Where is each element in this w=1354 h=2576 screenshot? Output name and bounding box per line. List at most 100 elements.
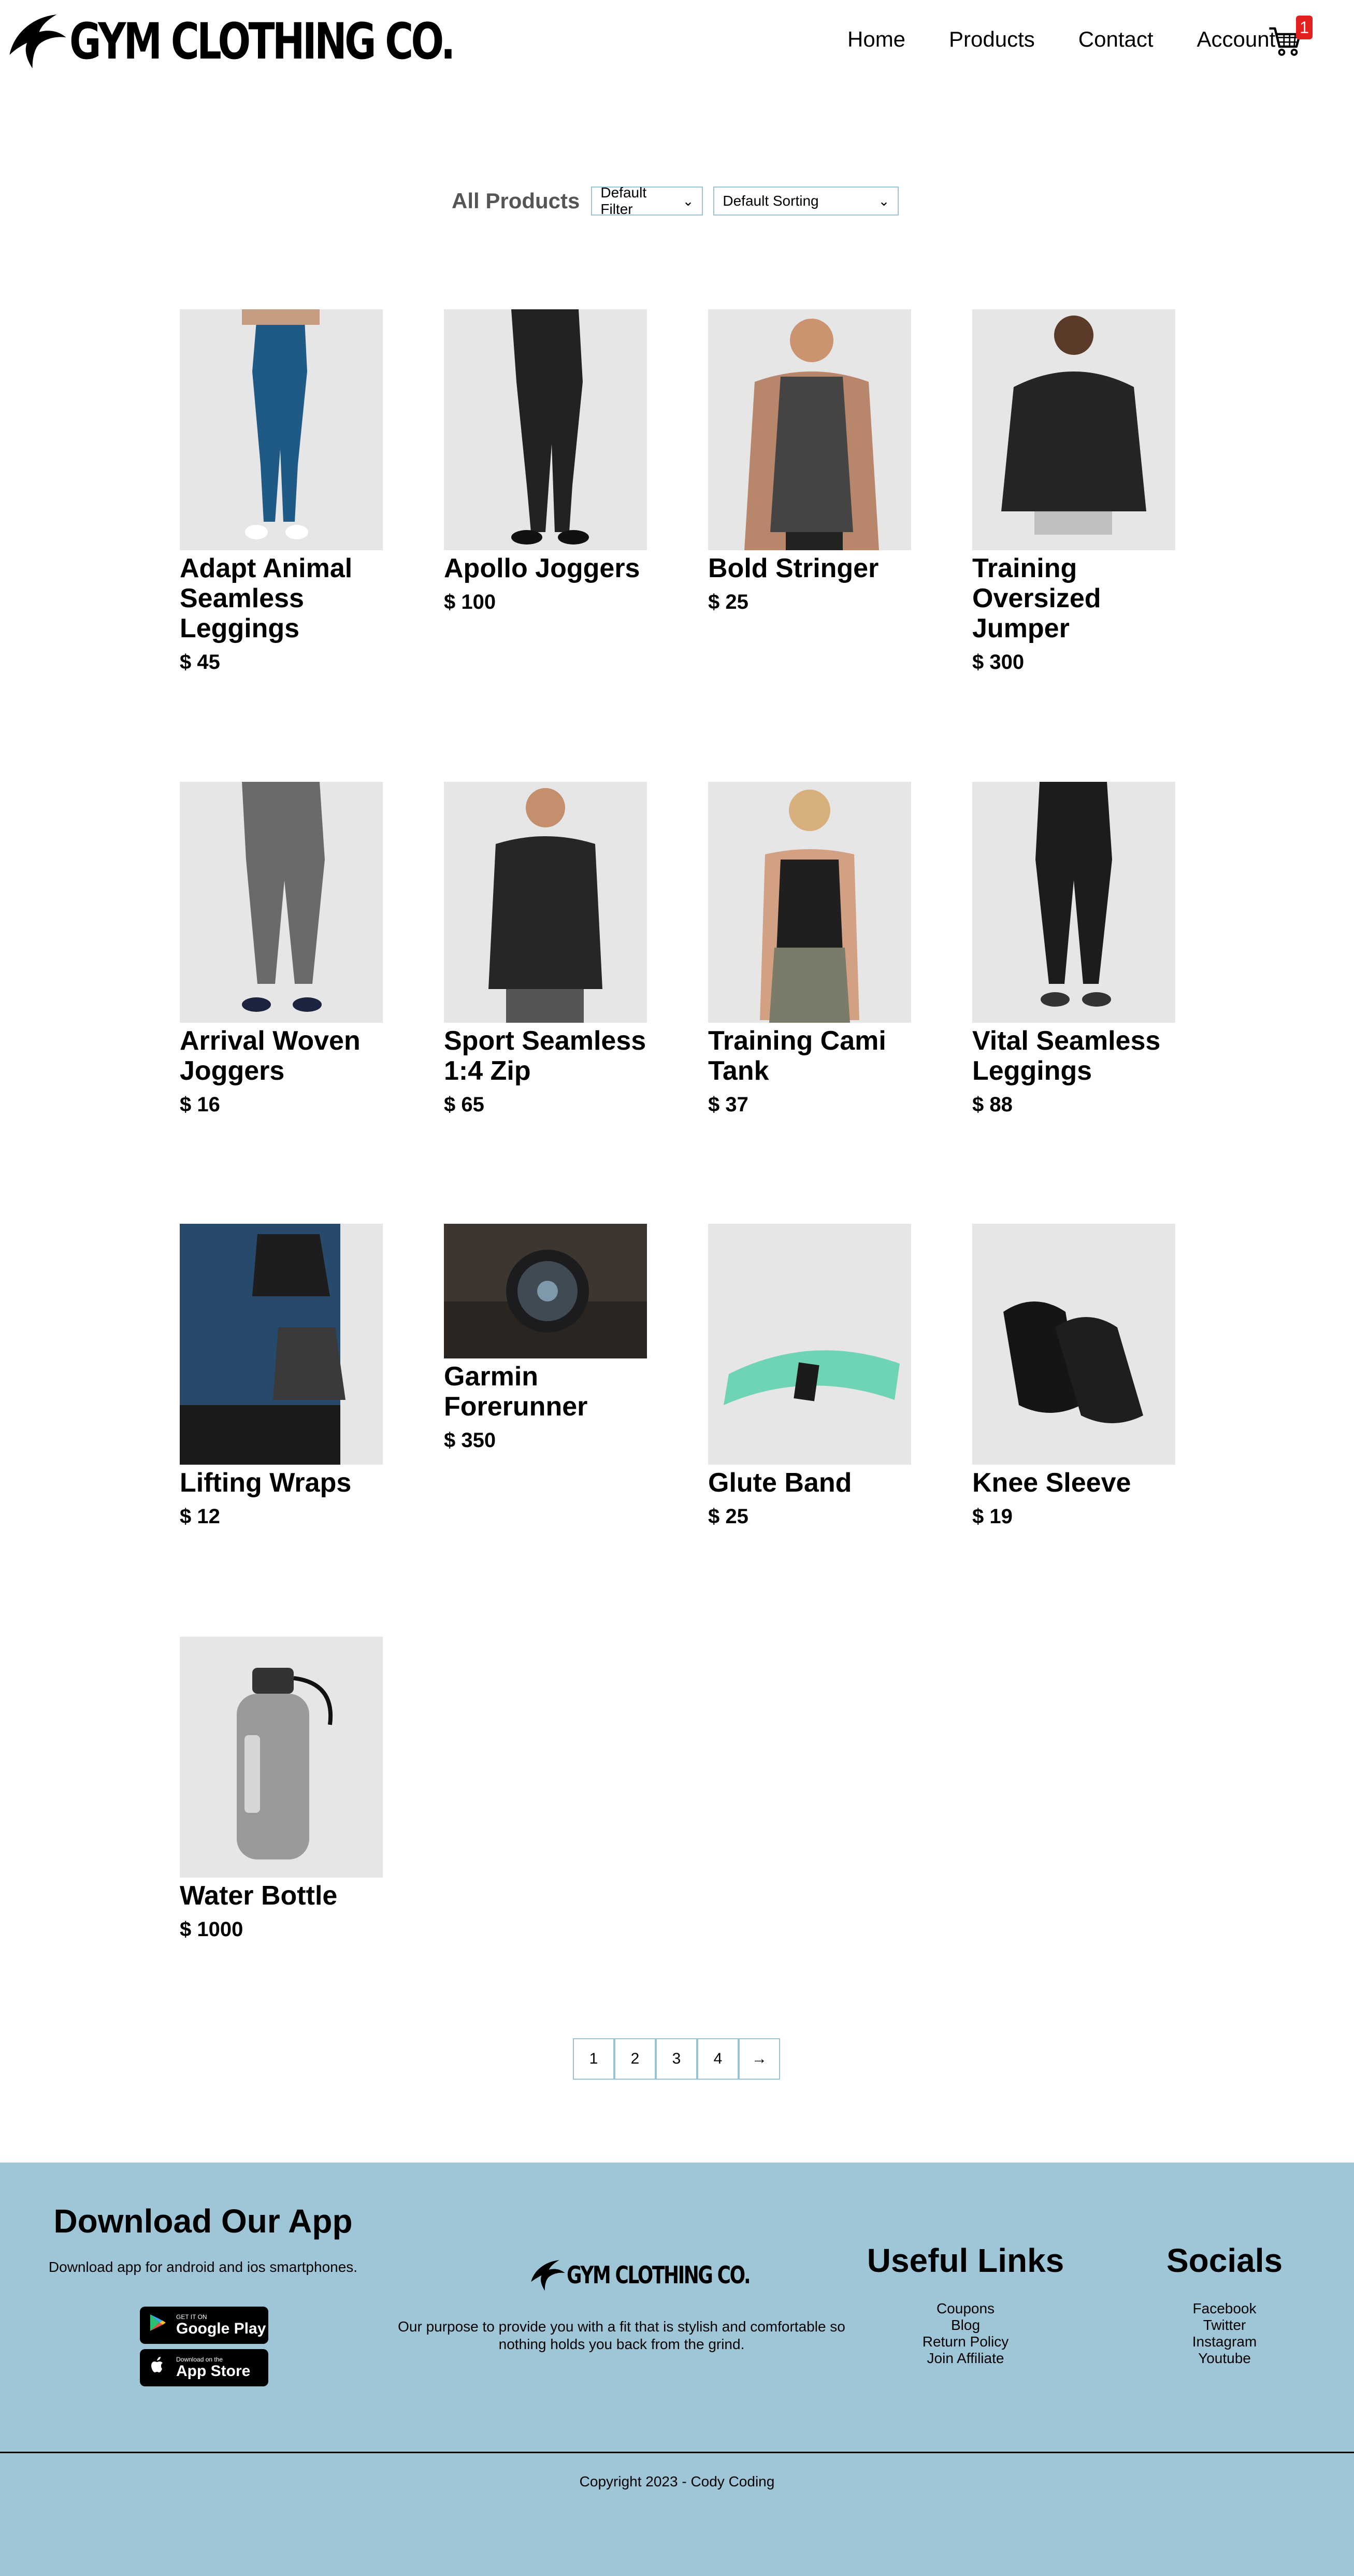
product-name: Bold Stringer [708, 553, 879, 583]
product-name: Training Cami Tank [708, 1026, 886, 1086]
page-1-button[interactable]: 1 [573, 2038, 614, 2080]
product-card[interactable]: Water Bottle $ 1000 [180, 1637, 383, 1941]
filter-select-value: Default Filter [600, 184, 647, 217]
nav-products[interactable]: Products [949, 27, 1035, 52]
product-name: Adapt Animal Seamless Leggings [180, 553, 353, 643]
nav-links: Home Products Contact Account [847, 27, 1319, 52]
product-image-zip[interactable] [444, 782, 647, 1023]
product-image-leggings[interactable] [180, 309, 383, 550]
product-image-water-bottle[interactable] [180, 1637, 383, 1878]
product-price: $ 300 [972, 651, 1025, 674]
product-card[interactable]: Sport Seamless 1:4 Zip $ 65 [444, 782, 647, 1117]
product-price: $ 100 [444, 591, 496, 613]
nav-account[interactable]: Account [1197, 27, 1276, 52]
link-join-affiliate[interactable]: Join Affiliate [860, 2350, 1071, 2367]
product-image-knee-sleeve[interactable] [972, 1224, 1175, 1465]
product-price: $ 25 [708, 1505, 748, 1528]
shark-logo-icon [9, 15, 66, 68]
product-price: $ 350 [444, 1429, 496, 1452]
filter-bar: All Products Default Filter ⌄ Default So… [452, 184, 909, 217]
footer-brand-name: GYM CLOTHING CO. [567, 2261, 751, 2289]
product-card[interactable]: Bold Stringer $ 25 [708, 309, 911, 614]
cart-button[interactable]: 1 [1267, 16, 1313, 59]
socials-title: Socials [1166, 2242, 1283, 2279]
product-image-stringer[interactable] [708, 309, 911, 550]
download-app-title: Download Our App [53, 2202, 353, 2240]
navbar: GYM CLOTHING CO. Home Products Contact A… [0, 0, 1354, 83]
product-name: Lifting Wraps [180, 1468, 352, 1498]
product-image-woven-joggers[interactable] [180, 782, 383, 1023]
footer-divider [0, 2452, 1354, 2453]
product-card[interactable]: Glute Band $ 25 [708, 1224, 911, 1528]
product-image-vital-leggings[interactable] [972, 782, 1175, 1023]
product-image-joggers[interactable] [444, 309, 647, 550]
product-card[interactable]: Lifting Wraps $ 12 [180, 1224, 383, 1528]
page-title: All Products [452, 189, 580, 213]
page-4-button[interactable]: 4 [697, 2038, 739, 2080]
product-card[interactable]: Training Oversized Jumper $ 300 [972, 309, 1175, 674]
filter-select[interactable]: Default Filter ⌄ [591, 184, 703, 217]
link-instagram[interactable]: Instagram [1119, 2334, 1330, 2350]
sort-select-value: Default Sorting [723, 193, 819, 209]
product-price: $ 12 [180, 1505, 220, 1528]
product-price: $ 45 [180, 651, 220, 674]
google-play-button[interactable]: GET IT ON Google Play [140, 2307, 268, 2344]
product-name: Vital Seamless Leggings [972, 1026, 1161, 1086]
footer-purpose-text: Our purpose to provide you with a fit th… [398, 2319, 845, 2352]
app-store-button[interactable]: Download on the App Store [140, 2349, 268, 2386]
product-card[interactable]: Apollo Joggers $ 100 [444, 309, 647, 614]
product-image-garmin[interactable] [444, 1224, 647, 1358]
nav-home[interactable]: Home [847, 27, 905, 52]
next-page-button[interactable]: → [739, 2038, 780, 2080]
product-name: Apollo Joggers [444, 553, 640, 583]
product-price: $ 25 [708, 591, 748, 613]
product-name: Garmin Forerunner [444, 1362, 588, 1422]
product-card[interactable]: Vital Seamless Leggings $ 88 [972, 782, 1175, 1117]
product-card[interactable]: Arrival Woven Joggers $ 16 [180, 782, 383, 1117]
product-price: $ 1000 [180, 1918, 243, 1941]
product-price: $ 65 [444, 1093, 484, 1116]
product-card[interactable]: Training Cami Tank $ 37 [708, 782, 911, 1117]
google-play-label: Google Play [176, 2320, 266, 2337]
product-name: Training Oversized Jumper [972, 553, 1101, 643]
sort-select[interactable]: Default Sorting ⌄ [713, 187, 899, 216]
link-youtube[interactable]: Youtube [1119, 2350, 1330, 2367]
page-3-button[interactable]: 3 [656, 2038, 697, 2080]
product-name: Knee Sleeve [972, 1468, 1131, 1498]
nav-contact[interactable]: Contact [1078, 27, 1154, 52]
socials-list: Facebook Twitter Instagram Youtube [1119, 2300, 1330, 2367]
product-card[interactable]: Adapt Animal Seamless Leggings $ 45 [180, 309, 383, 674]
product-price: $ 16 [180, 1093, 220, 1116]
useful-links-list: Coupons Blog Return Policy Join Affiliat… [860, 2300, 1071, 2367]
product-price: $ 88 [972, 1093, 1013, 1116]
product-name: Sport Seamless 1:4 Zip [444, 1026, 646, 1086]
product-card[interactable]: Garmin Forerunner $ 350 [444, 1224, 647, 1452]
brand-name: GYM CLOTHING CO. [69, 12, 455, 70]
pagination: 1 2 3 4 → [573, 2038, 780, 2080]
footer-logo: GYM CLOTHING CO. [527, 2257, 801, 2293]
chevron-down-icon: ⌄ [682, 193, 694, 209]
product-image-jumper[interactable] [972, 309, 1175, 550]
app-store-small: Download on the [176, 2356, 223, 2363]
site-logo[interactable]: GYM CLOTHING CO. [4, 5, 561, 78]
link-facebook[interactable]: Facebook [1119, 2300, 1330, 2317]
copyright-text: Copyright 2023 - Cody Coding [579, 2473, 775, 2489]
apple-icon [147, 2355, 176, 2381]
useful-links-title: Useful Links [867, 2242, 1064, 2279]
product-image-glute-band[interactable] [708, 1224, 911, 1465]
product-card[interactable]: Knee Sleeve $ 19 [972, 1224, 1175, 1528]
google-play-icon [147, 2312, 176, 2339]
product-image-lifting-wraps[interactable] [180, 1224, 383, 1465]
product-image-cami-tank[interactable] [708, 782, 911, 1023]
product-price: $ 19 [972, 1505, 1013, 1528]
product-name: Water Bottle [180, 1881, 338, 1911]
product-name: Arrival Woven Joggers [180, 1026, 361, 1086]
link-twitter[interactable]: Twitter [1119, 2317, 1330, 2334]
link-return-policy[interactable]: Return Policy [860, 2334, 1071, 2350]
link-coupons[interactable]: Coupons [860, 2300, 1071, 2317]
shark-logo-icon [531, 2260, 565, 2291]
chevron-down-icon: ⌄ [878, 193, 890, 209]
footer: Download Our App Download app for androi… [0, 2163, 1354, 2576]
link-blog[interactable]: Blog [860, 2317, 1071, 2334]
page-2-button[interactable]: 2 [614, 2038, 656, 2080]
